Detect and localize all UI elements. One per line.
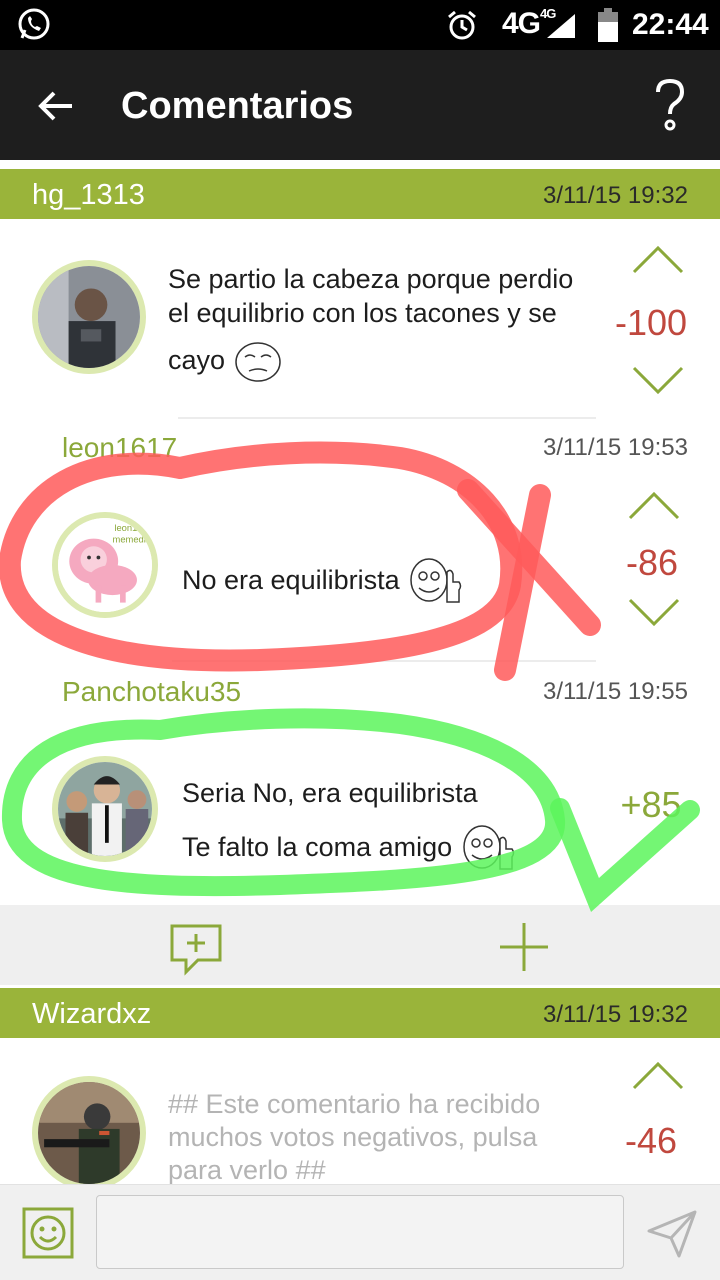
reply-username[interactable]: Panchotaku35 (62, 676, 241, 708)
svg-text:leon16: leon16 (114, 522, 142, 533)
meme-face-icon (234, 342, 281, 382)
divider (178, 417, 596, 419)
emoji-icon[interactable] (22, 1207, 74, 1259)
vote-score: +85 (620, 784, 682, 825)
status-bar: 4G4G 22:44 (0, 0, 720, 50)
chevron-up-icon[interactable] (632, 1060, 684, 1090)
comment-username[interactable]: Wizardxz (32, 998, 151, 1031)
comment-header: hg_1313 3/11/15 19:32 (0, 169, 720, 219)
chevron-up-icon[interactable] (632, 244, 684, 274)
send-icon[interactable] (646, 1209, 698, 1259)
hidden-comment-text[interactable]: ## Este comentario ha recibido muchos vo… (168, 1088, 540, 1187)
reply-date: 3/11/15 19:55 (542, 678, 688, 705)
reply-comment-icon[interactable] (168, 922, 224, 976)
divider (172, 660, 596, 662)
chevron-up-icon[interactable] (628, 490, 680, 520)
avatar[interactable]: leon16 memedro (52, 512, 158, 618)
help-icon[interactable] (652, 78, 688, 134)
avatar[interactable] (32, 260, 146, 374)
comment-input[interactable] (96, 1195, 624, 1269)
app-bar: Comentarios (0, 50, 720, 160)
chevron-down-icon[interactable] (628, 598, 680, 628)
comment-actions (0, 905, 720, 985)
alarm-icon (448, 10, 476, 40)
comment-date: 3/11/15 19:32 (542, 1001, 688, 1028)
plus-icon[interactable] (498, 921, 550, 973)
reply-text: Seria No, era equilibrista Te falto la c… (182, 766, 516, 875)
back-arrow-icon[interactable] (36, 86, 76, 126)
vote-score: -100 (614, 302, 688, 343)
whatsapp-icon (18, 8, 50, 40)
signal-icon (547, 14, 575, 38)
avatar[interactable] (52, 756, 158, 862)
reply-username[interactable]: leon1617 (62, 432, 177, 464)
meme-face-icon (410, 558, 462, 603)
chevron-down-icon[interactable] (632, 366, 684, 396)
comment-header: Wizardxz 3/11/15 19:32 (0, 988, 720, 1038)
message-input-bar (0, 1184, 720, 1280)
comment-date: 3/11/15 19:32 (542, 182, 688, 209)
comment-username[interactable]: hg_1313 (32, 179, 145, 212)
reply-date: 3/11/15 19:53 (542, 434, 688, 461)
comment-text: Se partio la cabeza porque perdio el equ… (168, 262, 573, 384)
battery-icon (598, 8, 618, 42)
reply-header: Panchotaku35 3/11/15 19:55 (62, 676, 688, 716)
avatar[interactable] (32, 1076, 146, 1190)
clock: 22:44 (632, 8, 709, 41)
meme-face-icon (462, 825, 514, 870)
vote-score: -86 (625, 542, 679, 583)
reply-text: No era equilibrista (182, 556, 463, 608)
vote-score: -46 (624, 1120, 678, 1161)
svg-text:memedro: memedro (113, 533, 152, 544)
reply-header: leon1617 3/11/15 19:53 (62, 432, 688, 472)
page-title: Comentarios (121, 85, 354, 127)
